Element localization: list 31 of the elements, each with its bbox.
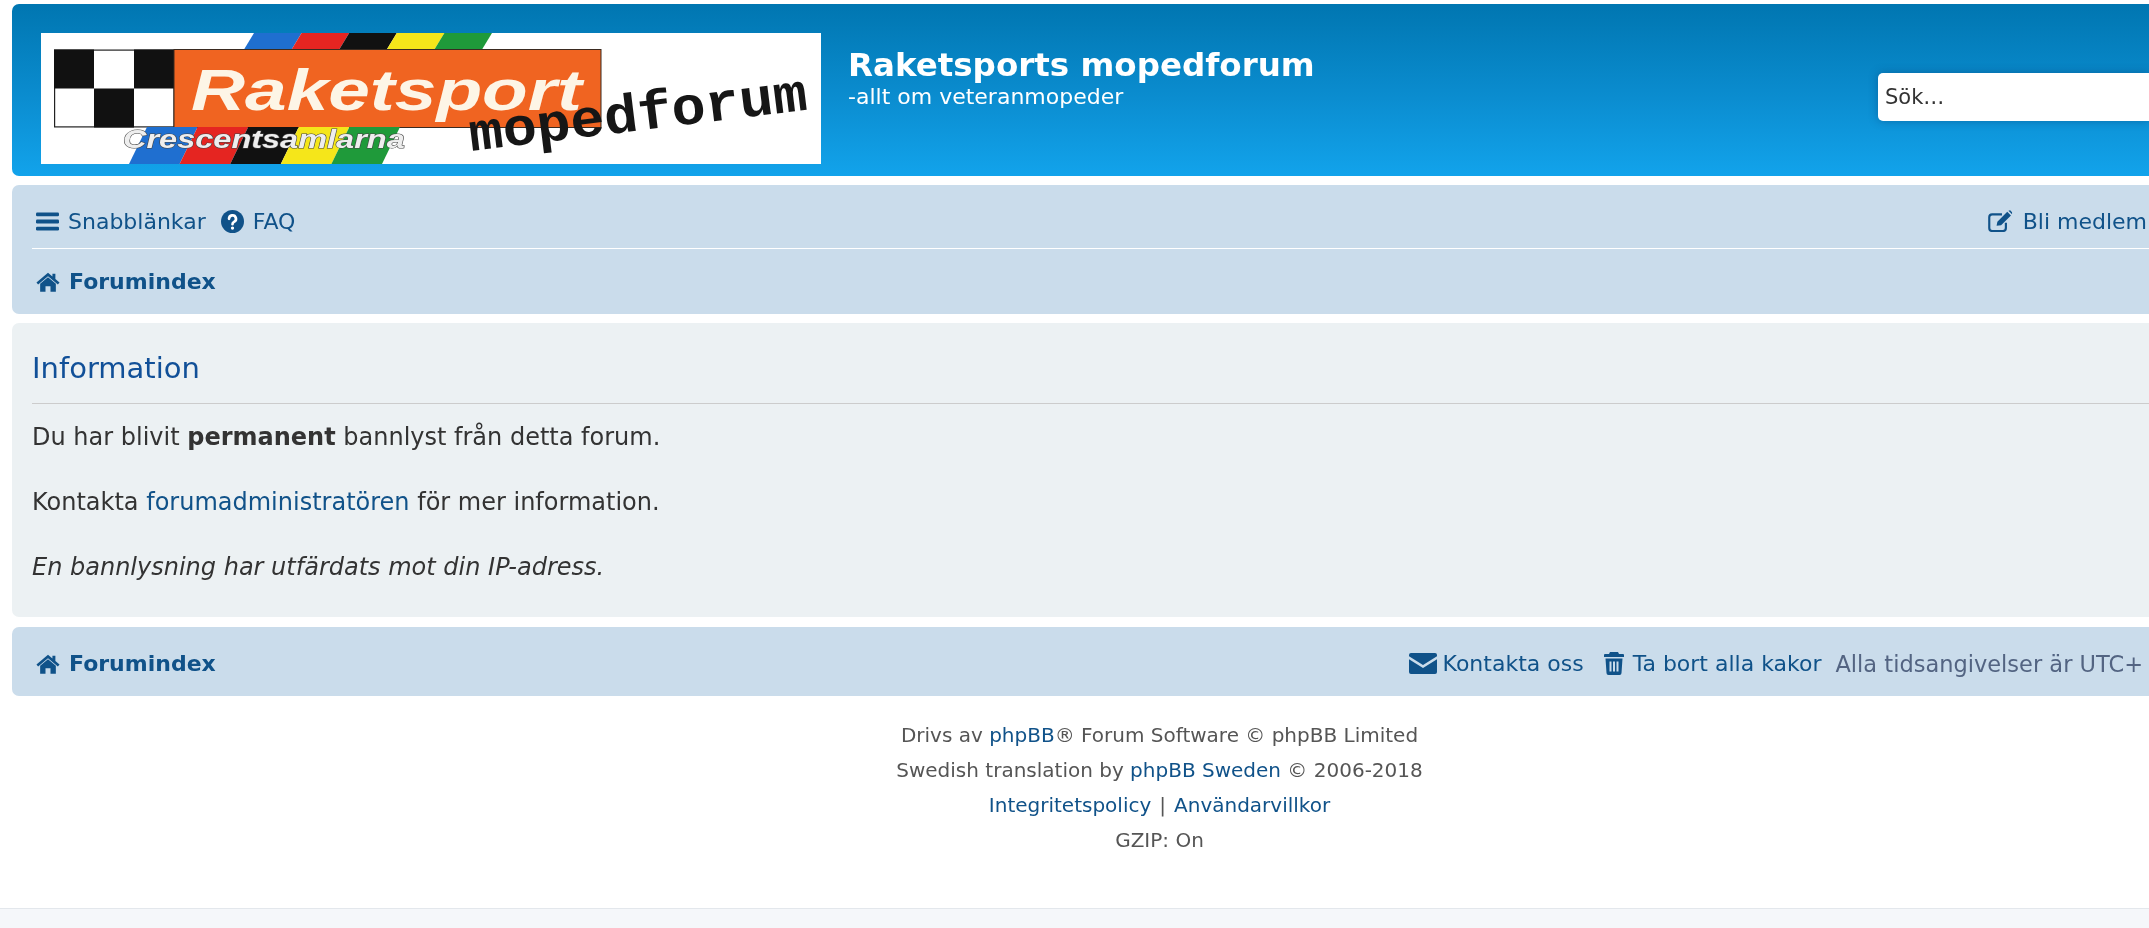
footer-link[interactable]: Användarvillkor: [1174, 788, 1331, 823]
admin-link[interactable]: forumadministratören: [146, 488, 410, 516]
footer-link[interactable]: phpBB: [989, 723, 1055, 747]
home-icon: [36, 271, 60, 292]
delete-cookies-link[interactable]: Ta bort alla kakor: [1603, 651, 1822, 676]
copyright-text: Drivs av phpBB® Forum Software © phpBB Limited: [899, 722, 1420, 749]
edit-icon: [1986, 210, 2014, 232]
register-link[interactable]: Bli medlem: [1986, 208, 2147, 234]
site-title: Raketsports mopedforum: [848, 45, 1315, 85]
site-description: -allt om veteranmopeder: [848, 85, 1124, 109]
panel-heading: Information: [32, 351, 200, 385]
contact-link[interactable]: Kontakta oss: [1408, 651, 1584, 676]
help-icon: [220, 209, 244, 233]
note-text: En bannlysning har utfärdats mot din IP-adress.: [32, 552, 606, 583]
copyright-text: Swedish translation by phpBB Sweden © 2006-2018: [895, 757, 1424, 784]
message-text: Du har blivit permanent bannlyst från detta forum.: [32, 421, 662, 453]
trash-icon: [1603, 652, 1624, 675]
footer-link[interactable]: Integritetspolicy: [988, 788, 1152, 823]
timezone-text: Alla tidsangivelser är UTC+: [1835, 650, 2143, 677]
menu-icon: [36, 211, 59, 231]
quick-links-menu[interactable]: Snabblänkar: [36, 208, 206, 234]
footer-link[interactable]: phpBB Sweden: [1130, 758, 1281, 782]
envelope-icon: [1408, 653, 1437, 674]
faq-link[interactable]: FAQ: [220, 208, 296, 234]
home-icon: [36, 653, 60, 674]
breadcrumb-link[interactable]: Forumindex: [36, 651, 216, 676]
link-separator: |: [1159, 792, 1167, 819]
copyright-text: GZIP: On: [1114, 827, 1205, 854]
search-field[interactable]: Sök…: [1878, 73, 2149, 121]
breadcrumb-link[interactable]: Forumindex: [36, 269, 216, 294]
message-text: Kontakta forumadministratören för mer information.: [32, 487, 661, 518]
